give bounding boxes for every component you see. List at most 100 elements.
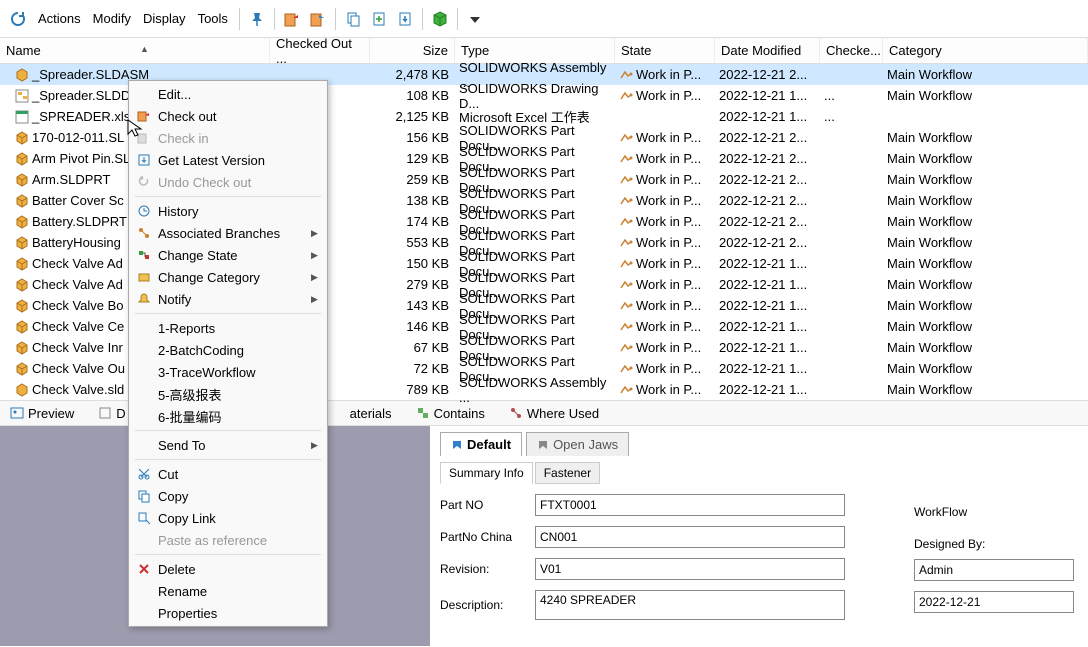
file-category: Main Workflow xyxy=(883,361,1088,376)
pin-icon[interactable] xyxy=(245,7,269,31)
menu-copy[interactable]: Copy xyxy=(129,485,327,507)
label-part-no: Part NO xyxy=(440,498,535,512)
check-in-icon[interactable] xyxy=(306,7,330,31)
menu-get-latest[interactable]: Get Latest Version xyxy=(129,149,327,171)
check-out-icon xyxy=(133,109,155,123)
file-size: 553 KB xyxy=(370,235,455,250)
menu-batch-coding[interactable]: 2-BatchCoding xyxy=(129,339,327,361)
file-name: _SPREADER.xlsx xyxy=(32,109,137,124)
col-header-date[interactable]: Date Modified xyxy=(715,38,820,63)
file-size: 279 KB xyxy=(370,277,455,292)
undo-icon xyxy=(133,175,155,189)
sectiontab-fastener[interactable]: Fastener xyxy=(535,462,600,484)
menu-check-out[interactable]: Check out xyxy=(129,105,327,127)
file-state: Work in P... xyxy=(636,277,701,292)
file-state: Work in P... xyxy=(636,256,701,271)
tab-contains[interactable]: Contains xyxy=(412,404,489,423)
file-category: Main Workflow xyxy=(883,130,1088,145)
cut-icon xyxy=(133,467,155,481)
menu-adv-reports[interactable]: 5-高级报表 xyxy=(129,383,327,405)
file-state: Work in P... xyxy=(636,67,701,82)
file-name: Check Valve Ou xyxy=(32,361,125,376)
file-date: 2022-12-21 1... xyxy=(715,340,820,355)
file-size: 138 KB xyxy=(370,193,455,208)
tab-materials[interactable]: aterials xyxy=(346,404,396,423)
tab-where-used[interactable]: Where Used xyxy=(505,404,603,423)
input-description[interactable]: 4240 SPREADER xyxy=(535,590,845,620)
state-icon xyxy=(619,278,633,292)
file-state: Work in P... xyxy=(636,298,701,313)
menu-modify[interactable]: Modify xyxy=(87,11,137,26)
file-icon xyxy=(14,298,30,314)
sectiontab-summary[interactable]: Summary Info xyxy=(440,462,533,484)
refresh-icon[interactable] xyxy=(6,7,30,31)
file-date: 2022-12-21 1... xyxy=(715,382,820,397)
menu-notify[interactable]: Notify▶ xyxy=(129,288,327,310)
menu-batch-code-cn[interactable]: 6-批量编码 xyxy=(129,405,327,427)
file-state: Work in P... xyxy=(636,340,701,355)
menu-display[interactable]: Display xyxy=(137,11,192,26)
menu-send-to[interactable]: Send To▶ xyxy=(129,434,327,456)
input-part-no-china[interactable] xyxy=(535,526,845,548)
menu-tools[interactable]: Tools xyxy=(192,11,234,26)
col-header-state[interactable]: State xyxy=(615,38,715,63)
menu-associated-branches[interactable]: Associated Branches▶ xyxy=(129,222,327,244)
file-size: 150 KB xyxy=(370,256,455,271)
box-icon[interactable] xyxy=(428,7,452,31)
input-part-no[interactable] xyxy=(535,494,845,516)
col-header-category[interactable]: Category xyxy=(883,38,1088,63)
menu-cut[interactable]: Cut xyxy=(129,463,327,485)
menu-reports[interactable]: 1-Reports xyxy=(129,317,327,339)
subtab-open-jaws[interactable]: Open Jaws xyxy=(526,432,629,456)
file-state: Work in P... xyxy=(636,172,701,187)
menu-rename[interactable]: Rename xyxy=(129,580,327,602)
state-icon xyxy=(619,383,633,397)
menu-delete[interactable]: Delete xyxy=(129,558,327,580)
col-header-checke[interactable]: Checke... xyxy=(820,38,883,63)
check-out-icon[interactable] xyxy=(280,7,304,31)
state-icon xyxy=(619,68,633,82)
state-icon xyxy=(619,236,633,250)
tab-preview[interactable]: Preview xyxy=(6,404,78,423)
menu-undo-check-out: Undo Check out xyxy=(129,171,327,193)
file-state: Work in P... xyxy=(636,235,701,250)
tab-d[interactable]: D xyxy=(94,404,129,423)
delete-icon xyxy=(133,562,155,576)
input-designed-by[interactable] xyxy=(914,559,1074,581)
doc-down-icon[interactable] xyxy=(393,7,417,31)
new-doc-icon[interactable] xyxy=(367,7,391,31)
dropdown-icon[interactable] xyxy=(463,7,487,31)
menu-history[interactable]: History xyxy=(129,200,327,222)
file-icon xyxy=(14,319,30,335)
copy-icon[interactable] xyxy=(341,7,365,31)
file-state: Work in P... xyxy=(636,130,701,145)
file-date: 2022-12-21 1... xyxy=(715,256,820,271)
menu-actions[interactable]: Actions xyxy=(32,11,87,26)
menu-copy-link[interactable]: Copy Link xyxy=(129,507,327,529)
input-workflow-date[interactable] xyxy=(914,591,1074,613)
input-revision[interactable] xyxy=(535,558,845,580)
col-header-checked-out[interactable]: Checked Out ... xyxy=(270,38,370,63)
menu-change-category[interactable]: Change Category▶ xyxy=(129,266,327,288)
file-category: Main Workflow xyxy=(883,67,1088,82)
file-icon xyxy=(14,109,30,125)
menu-change-state[interactable]: Change State▶ xyxy=(129,244,327,266)
file-size: 143 KB xyxy=(370,298,455,313)
file-type: SOLIDWORKS Drawing D... xyxy=(455,81,615,111)
menu-edit[interactable]: Edit... xyxy=(129,83,327,105)
menu-trace-workflow[interactable]: 3-TraceWorkflow xyxy=(129,361,327,383)
file-date: 2022-12-21 2... xyxy=(715,235,820,250)
col-header-name[interactable]: Name xyxy=(0,38,270,63)
menu-properties[interactable]: Properties xyxy=(129,602,327,624)
subtab-default[interactable]: Default xyxy=(440,432,522,456)
file-state: Work in P... xyxy=(636,361,701,376)
file-icon xyxy=(14,382,30,398)
state-icon xyxy=(619,320,633,334)
file-size: 146 KB xyxy=(370,319,455,334)
file-date: 2022-12-21 1... xyxy=(715,319,820,334)
workflow-title: WorkFlow xyxy=(914,505,1074,519)
col-header-size[interactable]: Size xyxy=(370,38,455,63)
file-date: 2022-12-21 2... xyxy=(715,172,820,187)
file-state: Work in P... xyxy=(636,319,701,334)
file-state: Work in P... xyxy=(636,88,701,103)
